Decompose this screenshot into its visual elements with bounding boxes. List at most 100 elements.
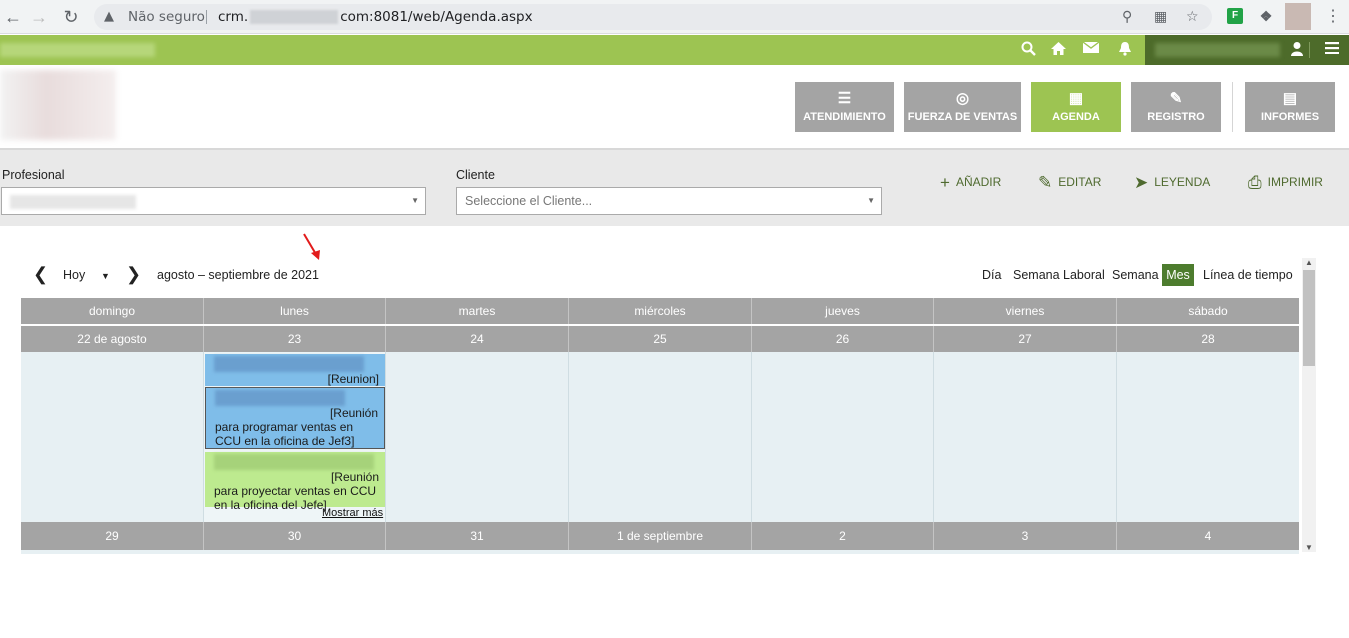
calendar-icon: ▦ <box>1068 90 1084 107</box>
date-cell[interactable]: 30 <box>204 522 386 550</box>
legend-label: LEYENDA <box>1154 175 1211 189</box>
day-cell[interactable] <box>21 352 204 522</box>
module-atendimiento-button[interactable]: ☰ ATENDIMIENTO <box>795 82 894 132</box>
date-cell[interactable]: 3 <box>934 522 1117 550</box>
weekday-header-cell: miércoles <box>569 298 752 324</box>
plus-icon: + <box>940 172 950 192</box>
weekday-header-cell: jueves <box>752 298 934 324</box>
view-switcher: Día Semana Laboral Semana Mes Línea de t… <box>0 264 1300 286</box>
view-dia[interactable]: Día <box>978 264 1005 286</box>
view-mes[interactable]: Mes <box>1162 264 1194 286</box>
security-label: Não seguro <box>128 9 205 25</box>
date-cell[interactable]: 22 de agosto <box>21 326 204 352</box>
puzzle-icon[interactable]: ❖ <box>1258 8 1274 24</box>
view-semana[interactable]: Semana <box>1108 264 1163 286</box>
view-linea-de-tiempo[interactable]: Línea de tiempo <box>1199 264 1297 286</box>
module-label: ATENDIMIENTO <box>803 111 886 123</box>
report-icon: ▤ <box>1282 90 1298 107</box>
scroll-down-icon[interactable]: ▼ <box>1302 543 1316 552</box>
url-text: crm. com:8081/web/Agenda.aspx <box>218 9 533 25</box>
date-cell[interactable]: 25 <box>569 326 752 352</box>
back-icon[interactable]: ← <box>2 6 24 28</box>
scrollbar[interactable]: ▲ ▼ <box>1302 258 1316 552</box>
date-cell[interactable]: 1 de septiembre <box>569 522 752 550</box>
reload-icon[interactable]: ↻ <box>60 6 82 28</box>
calendar-event[interactable]: [Reunion] <box>205 354 385 386</box>
module-registro-button[interactable]: ✎ REGISTRO <box>1131 82 1221 132</box>
divider <box>206 10 207 24</box>
cliente-label: Cliente <box>456 168 495 182</box>
day-cell[interactable] <box>1117 352 1299 522</box>
company-logo <box>0 70 116 140</box>
legend-button[interactable]: ➤ LEYENDA <box>1134 173 1210 192</box>
date-cell[interactable]: 23 <box>204 326 386 352</box>
event-text: para programar ventas en CCU en la ofici… <box>215 420 355 448</box>
module-label: REGISTRO <box>1147 111 1205 123</box>
app-title <box>0 43 155 57</box>
week-date-row: 29 30 31 1 de septiembre 2 3 4 <box>21 522 1299 550</box>
chevron-down-icon: ▼ <box>867 196 875 205</box>
add-label: AÑADIR <box>955 175 1002 189</box>
divider <box>1232 82 1233 132</box>
avatar[interactable] <box>1285 3 1311 30</box>
date-cell[interactable]: 4 <box>1117 522 1299 550</box>
user-box[interactable] <box>1145 35 1349 65</box>
day-cell[interactable] <box>386 352 569 522</box>
print-button[interactable]: ⎙ IMPRIMIR <box>1248 173 1323 192</box>
translate-icon[interactable]: ▦ <box>1154 4 1167 30</box>
module-label: INFORMES <box>1260 111 1320 123</box>
day-cell[interactable] <box>752 352 934 522</box>
module-agenda-button[interactable]: ▦ AGENDA <box>1031 82 1121 132</box>
module-fuerza-de-ventas-button[interactable]: ◎ FUERZA DE VENTAS <box>904 82 1021 132</box>
print-icon: ⎙ <box>1248 172 1262 192</box>
day-cell[interactable] <box>569 352 752 522</box>
show-more-link[interactable]: Mostrar más <box>322 507 383 519</box>
extension-icon[interactable]: F <box>1227 8 1243 24</box>
forward-icon[interactable]: → <box>28 6 50 28</box>
star-icon[interactable]: ☆ <box>1186 4 1199 30</box>
key-icon[interactable]: ⚲ <box>1122 4 1132 30</box>
weekday-header-cell: sábado <box>1188 304 1228 318</box>
date-cell[interactable]: 26 <box>752 326 934 352</box>
date-cell[interactable]: 29 <box>21 522 204 550</box>
scroll-up-icon[interactable]: ▲ <box>1302 258 1316 267</box>
calendar-panel: ❮ Hoy ▼ ❯ agosto – septiembre de 2021 Dí… <box>0 226 1338 638</box>
profesional-select[interactable]: ▼ <box>1 187 426 215</box>
view-semana-laboral[interactable]: Semana Laboral <box>1009 264 1109 286</box>
calendar-event-selected[interactable]: [Reunión para programar ventas en CCU en… <box>205 387 385 449</box>
date-cell[interactable]: 28 <box>1117 326 1299 352</box>
menu-icon[interactable]: ⋮ <box>1325 6 1341 26</box>
hamburger-icon[interactable] <box>1322 41 1342 59</box>
address-bar[interactable]: ▲ Não seguro crm. com:8081/web/Agenda.asp… <box>94 4 1212 30</box>
date-cell[interactable]: 31 <box>386 522 569 550</box>
event-tag: [Reunión <box>329 406 378 420</box>
cliente-select[interactable]: Seleccione el Cliente... ▼ <box>456 187 882 215</box>
search-icon[interactable] <box>1018 41 1038 61</box>
module-label: FUERZA DE VENTAS <box>907 111 1018 123</box>
user-icon[interactable] <box>1287 41 1307 61</box>
bell-icon[interactable] <box>1115 41 1135 61</box>
profesional-label: Profesional <box>2 168 65 182</box>
scroll-thumb[interactable] <box>1303 270 1315 366</box>
cliente-placeholder: Seleccione el Cliente... <box>465 194 593 208</box>
module-informes-button[interactable]: ▤ INFORMES <box>1245 82 1335 132</box>
date-cell[interactable]: 2 <box>752 522 934 550</box>
module-label: AGENDA <box>1052 111 1100 123</box>
user-name <box>1155 43 1280 57</box>
event-title-redacted <box>214 356 364 372</box>
day-cell[interactable] <box>934 352 1117 522</box>
event-tag: [Reunion] <box>327 372 379 386</box>
edit-icon: ✎ <box>1038 172 1053 192</box>
weekday-header-cell: lunes <box>204 298 386 324</box>
edit-button[interactable]: ✎ EDITAR <box>1038 173 1101 192</box>
divider <box>1309 42 1310 58</box>
date-cell[interactable]: 27 <box>934 326 1117 352</box>
add-button[interactable]: + AÑADIR <box>940 173 1001 192</box>
mail-icon[interactable] <box>1081 41 1101 59</box>
date-cell[interactable]: 24 <box>386 326 569 352</box>
week-date-row: 22 de agosto 23 24 25 26 27 28 <box>21 326 1299 352</box>
week-body-row <box>21 550 1299 554</box>
home-icon[interactable] <box>1048 41 1068 61</box>
calendar-event[interactable]: [Reunión para proyectar ventas en CCU en… <box>205 452 385 512</box>
weekday-header: domingo lunes martes miércoles jueves vi… <box>21 298 1299 324</box>
